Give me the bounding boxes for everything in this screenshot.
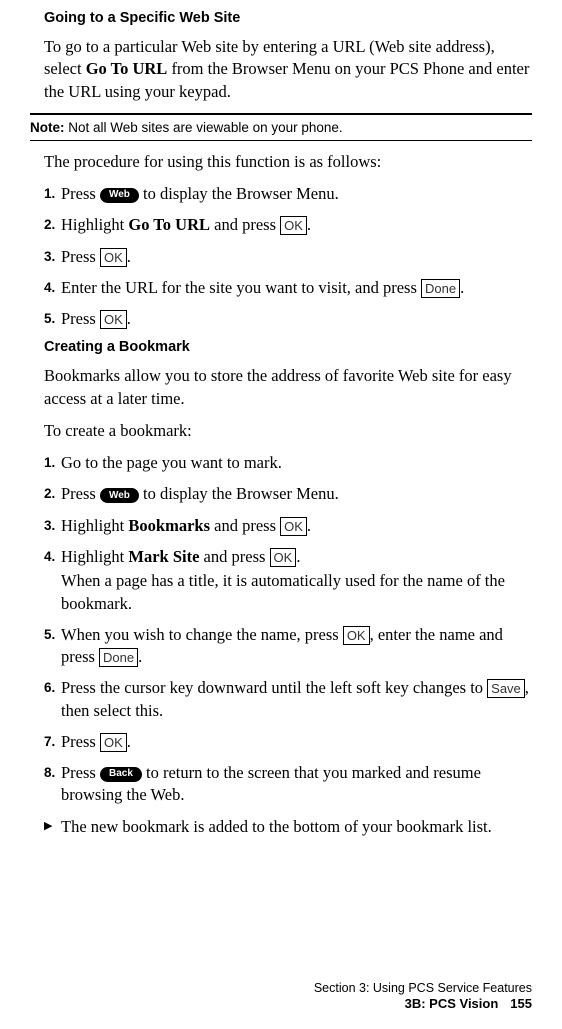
step-number: 8.	[44, 764, 55, 782]
step-subtext: When a page has a title, it is automatic…	[61, 570, 532, 615]
bold-text: Bookmarks	[128, 516, 210, 535]
note-text: Not all Web sites are viewable on your p…	[65, 120, 343, 135]
step-number: 5.	[44, 310, 55, 328]
section2-p2: To create a bookmark:	[44, 420, 532, 442]
text: to display the Browser Menu.	[139, 484, 339, 503]
text: Press	[61, 732, 100, 751]
text: Press	[61, 247, 100, 266]
text: .	[460, 278, 464, 297]
steps-list-1: 1. Press Web to display the Browser Menu…	[44, 183, 532, 330]
ok-key-icon: OK	[280, 216, 307, 235]
web-key-icon: Web	[100, 188, 139, 203]
text: Press	[61, 184, 100, 203]
text: and press	[210, 516, 280, 535]
text: Press	[61, 763, 100, 782]
note-label: Note:	[30, 120, 65, 135]
step-item: 2. Highlight Go To URL and press OK.	[44, 214, 532, 236]
page-number: 155	[510, 996, 532, 1011]
ok-key-icon: OK	[100, 733, 127, 752]
text: Highlight	[61, 516, 128, 535]
text: When you wish to change the name, press	[61, 625, 343, 644]
step-item: 1. Go to the page you want to mark.	[44, 452, 532, 474]
section1-intro: To go to a particular Web site by enteri…	[44, 36, 532, 103]
web-key-icon: Web	[100, 488, 139, 503]
ok-key-icon: OK	[100, 310, 127, 329]
text: Highlight	[61, 547, 128, 566]
text: .	[127, 309, 131, 328]
step-item: 5. Press OK.	[44, 308, 532, 330]
text: Press the cursor key downward until the …	[61, 678, 487, 697]
steps-list-2: 1. Go to the page you want to mark. 2. P…	[44, 452, 532, 806]
section-heading-2: Creating a Bookmark	[44, 339, 532, 355]
step-number: 2.	[44, 485, 55, 503]
text: .	[307, 516, 311, 535]
step-item: 2. Press Web to display the Browser Menu…	[44, 483, 532, 505]
step-number: 4.	[44, 279, 55, 297]
step-number: 2.	[44, 216, 55, 234]
step-number: 6.	[44, 679, 55, 697]
triangle-bullet-icon: ▶	[44, 819, 52, 834]
step-number: 3.	[44, 517, 55, 535]
ok-key-icon: OK	[100, 248, 127, 267]
note-box: Note: Not all Web sites are viewable on …	[30, 113, 532, 141]
section2-p1: Bookmarks allow you to store the address…	[44, 365, 532, 410]
text: Press	[61, 484, 100, 503]
text: .	[307, 215, 311, 234]
ok-key-icon: OK	[270, 548, 297, 567]
text: Go to the page you want to mark.	[61, 453, 282, 472]
step-item: 7. Press OK.	[44, 731, 532, 753]
text: to display the Browser Menu.	[139, 184, 339, 203]
bold-text: Go To URL	[128, 215, 210, 234]
footer-subsection: 3B: PCS Vision	[405, 996, 499, 1011]
text: Highlight	[61, 215, 128, 234]
ok-key-icon: OK	[280, 517, 307, 536]
step-number: 5.	[44, 626, 55, 644]
text: .	[138, 647, 142, 666]
procedure-intro: The procedure for using this function is…	[44, 151, 532, 173]
done-key-icon: Done	[99, 648, 138, 667]
back-key-icon: Back	[100, 767, 142, 782]
footer-section-title: Section 3: Using PCS Service Features	[314, 981, 532, 995]
text: and press	[199, 547, 269, 566]
bold-text: Go To URL	[86, 59, 168, 78]
step-number: 1.	[44, 454, 55, 472]
text: Enter the URL for the site you want to v…	[61, 278, 421, 297]
step-number: 3.	[44, 248, 55, 266]
step-item: 3. Highlight Bookmarks and press OK.	[44, 515, 532, 537]
step-item: 8. Press Back to return to the screen th…	[44, 762, 532, 807]
text: .	[127, 732, 131, 751]
step-number: 1.	[44, 185, 55, 203]
step-number: 7.	[44, 733, 55, 751]
ok-key-icon: OK	[343, 626, 370, 645]
done-key-icon: Done	[421, 279, 460, 298]
step-item: 4. Enter the URL for the site you want t…	[44, 277, 532, 299]
save-key-icon: Save	[487, 679, 525, 698]
page-footer: Section 3: Using PCS Service Features 3B…	[314, 981, 532, 1011]
step-item: 4. Highlight Mark Site and press OK. Whe…	[44, 546, 532, 615]
step-item: 1. Press Web to display the Browser Menu…	[44, 183, 532, 205]
text: and press	[210, 215, 280, 234]
step-item: 6. Press the cursor key downward until t…	[44, 677, 532, 722]
text: .	[296, 547, 300, 566]
step-item: 5. When you wish to change the name, pre…	[44, 624, 532, 669]
step-number: 4.	[44, 548, 55, 566]
text: The new bookmark is added to the bottom …	[61, 817, 492, 836]
step-item: 3. Press OK.	[44, 246, 532, 268]
text: Press	[61, 309, 100, 328]
bold-text: Mark Site	[128, 547, 199, 566]
text: .	[127, 247, 131, 266]
section-heading-1: Going to a Specific Web Site	[44, 10, 532, 26]
result-bullet: ▶ The new bookmark is added to the botto…	[44, 816, 532, 838]
